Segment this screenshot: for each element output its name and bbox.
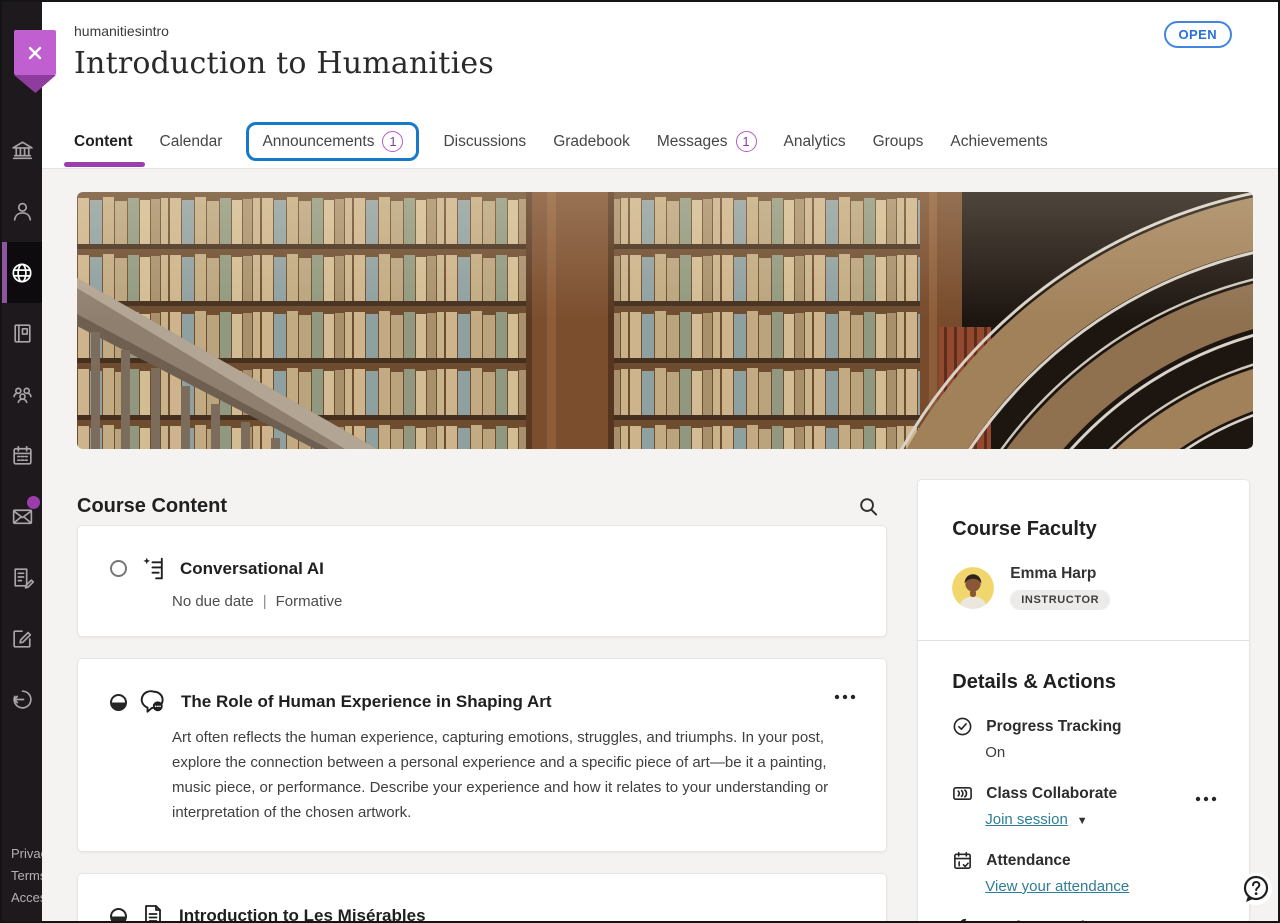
calendar-icon[interactable]	[2, 425, 42, 486]
privacy-link[interactable]: Privacy	[11, 843, 42, 865]
terms-link[interactable]: Terms	[11, 865, 42, 887]
marks-icon[interactable]	[2, 608, 42, 669]
course-content-column: Course Content	[77, 479, 887, 923]
tab-analytics[interactable]: Analytics	[784, 133, 846, 151]
tab-messages[interactable]: Messages 1	[657, 131, 757, 152]
content-item-title[interactable]: The Role of Human Experience in Shaping …	[181, 692, 552, 712]
content-item-discussion: The Role of Human Experience in Shaping …	[77, 658, 887, 852]
progress-status-in-progress[interactable]	[110, 908, 127, 923]
content-item-meta: No due date|Formative	[172, 593, 854, 610]
class-collaborate-item: Class Collaborate Join session▼	[952, 783, 1221, 828]
content-item-title[interactable]: Introduction to Les Misérables	[179, 906, 426, 923]
attendance-icon	[952, 850, 973, 871]
announcements-focus-ring: Announcements 1	[246, 122, 419, 161]
help-button[interactable]	[1240, 873, 1272, 905]
announcements-count-badge: 1	[382, 131, 403, 152]
progress-status-in-progress[interactable]	[110, 694, 127, 711]
progress-status-not-started[interactable]	[110, 560, 127, 577]
base-navigation-rail: Privacy Terms Accessibility	[2, 2, 42, 921]
course-side-panel: Course Faculty Emma H	[917, 479, 1250, 923]
tab-achievements[interactable]: Achievements	[950, 133, 1047, 151]
item-overflow-menu-icon[interactable]	[830, 683, 860, 709]
content-item-title[interactable]: Conversational AI	[180, 559, 324, 579]
content-item-conversational-ai: Conversational AI No due date|Formative	[77, 525, 887, 637]
books-tools-item: Books & Tools	[952, 917, 1221, 923]
tab-discussions[interactable]: Discussions	[443, 133, 526, 151]
view-attendance-link[interactable]: View your attendance	[985, 878, 1129, 895]
collaborate-overflow-menu-icon[interactable]	[1191, 785, 1221, 811]
tab-groups[interactable]: Groups	[873, 133, 924, 151]
page-body: Course Content	[42, 169, 1278, 923]
join-session-link[interactable]: Join session	[985, 811, 1068, 828]
tab-announcements[interactable]: Announcements 1	[262, 131, 403, 152]
accessibility-link[interactable]: Accessibility	[11, 887, 42, 909]
profile-icon[interactable]	[2, 181, 42, 242]
course-open-badge[interactable]: OPEN	[1164, 21, 1232, 48]
chevron-down-icon[interactable]: ▼	[1077, 815, 1088, 827]
course-content-heading: Course Content	[77, 495, 227, 518]
tab-content[interactable]: Content	[74, 133, 133, 151]
page-title: Introduction to Humanities	[74, 46, 1278, 81]
course-tabbar: Content Calendar Announcements 1 Discuss…	[42, 115, 1278, 169]
ai-item-icon	[140, 555, 167, 582]
signout-icon[interactable]	[2, 669, 42, 730]
course-page: Privacy Terms Accessibility humanitiesin…	[0, 0, 1280, 923]
messages-count-badge: 1	[736, 131, 757, 152]
progress-check-icon	[952, 716, 973, 737]
course-faculty-heading: Course Faculty	[952, 518, 1221, 541]
course-banner-image	[77, 192, 1253, 449]
main-area: humanitiesintro Introduction to Humaniti…	[42, 2, 1278, 921]
instructor-avatar	[952, 567, 994, 609]
progress-tracking-value: On	[985, 744, 1221, 761]
panel-divider	[918, 640, 1249, 641]
close-course-button[interactable]	[14, 30, 56, 93]
tab-gradebook[interactable]: Gradebook	[553, 133, 630, 151]
courses-icon[interactable]	[2, 303, 42, 364]
instructor-name: Emma Harp	[1010, 565, 1110, 583]
grades-icon[interactable]	[2, 547, 42, 608]
collaborate-icon	[952, 783, 973, 804]
details-actions-heading: Details & Actions	[952, 671, 1221, 694]
help-question-icon	[1241, 874, 1271, 904]
discussion-icon	[140, 688, 168, 716]
messages-icon[interactable]	[2, 486, 42, 547]
instructor-role-badge: INSTRUCTOR	[1010, 590, 1110, 610]
close-icon[interactable]	[14, 30, 56, 75]
course-id: humanitiesintro	[74, 23, 1278, 39]
attendance-item: Attendance View your attendance	[952, 850, 1221, 895]
institution-icon[interactable]	[2, 120, 42, 181]
wrench-icon	[952, 917, 973, 923]
content-item-description: Art often reflects the human experience,…	[172, 725, 854, 825]
organizations-icon[interactable]	[2, 364, 42, 425]
progress-tracking-item: Progress Tracking On	[952, 716, 1221, 761]
search-icon[interactable]	[854, 492, 883, 521]
activity-icon[interactable]	[2, 242, 42, 303]
course-header: humanitiesintro Introduction to Humaniti…	[42, 2, 1278, 115]
rail-footer-links: Privacy Terms Accessibility	[11, 843, 42, 909]
ribbon-fold	[14, 75, 56, 93]
messages-badge	[27, 496, 40, 509]
document-icon	[140, 903, 166, 923]
content-item-document: Introduction to Les Misérables	[77, 873, 887, 923]
tab-calendar[interactable]: Calendar	[160, 133, 223, 151]
